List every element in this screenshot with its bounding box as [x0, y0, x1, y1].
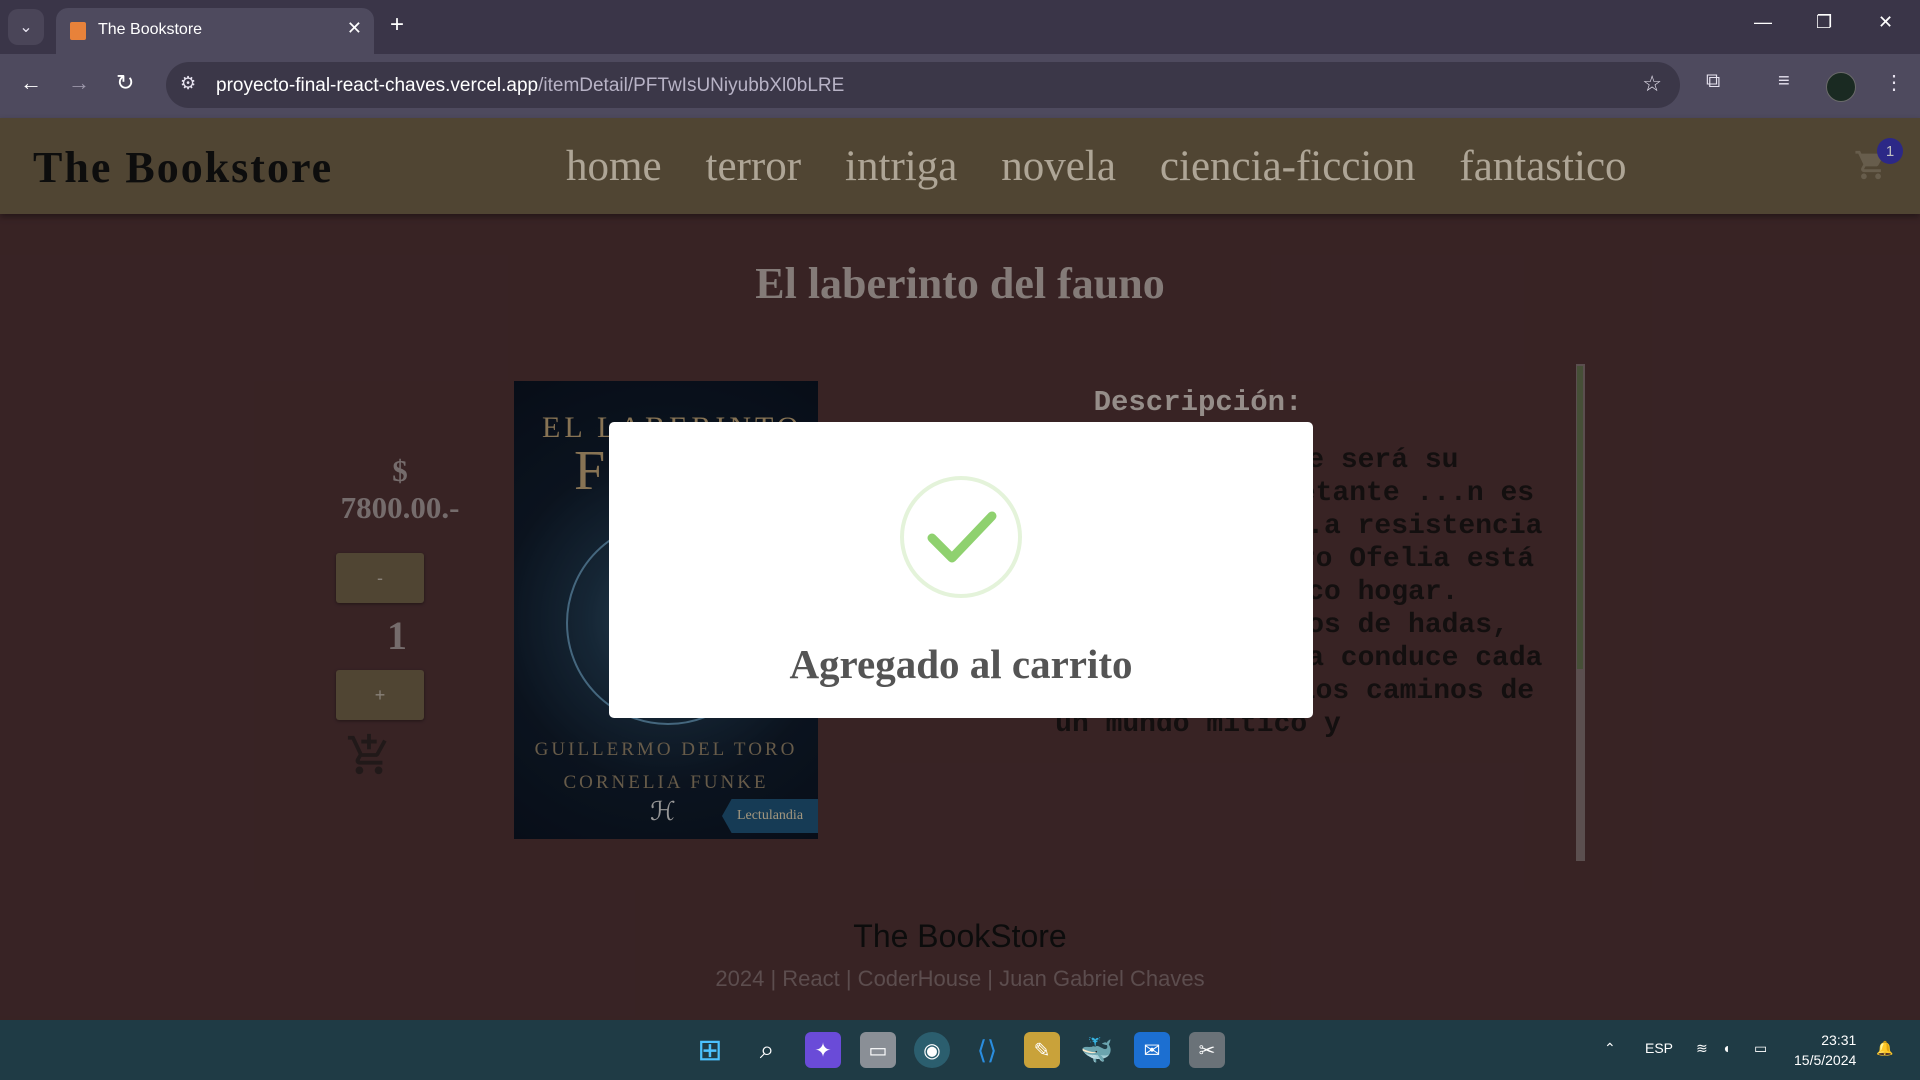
site-info-icon[interactable]: ⚙ [180, 73, 196, 94]
added-to-cart-dialog: Agregado al carrito [609, 422, 1313, 718]
notification-bell-icon[interactable]: 🔔 [1876, 1040, 1893, 1057]
restore-icon[interactable]: ❐ [1816, 12, 1832, 33]
copilot-icon[interactable]: ✦ [805, 1032, 841, 1068]
start-menu-icon[interactable]: ⊞ [692, 1032, 728, 1068]
browser-tab[interactable]: The Bookstore ✕ [56, 8, 374, 54]
wifi-icon[interactable]: ≋ [1696, 1040, 1708, 1057]
chrome-icon[interactable]: ◉ [914, 1032, 950, 1068]
extensions-icon[interactable]: ⧉ [1706, 70, 1720, 93]
forward-icon[interactable]: → [68, 70, 90, 96]
back-icon[interactable]: ← [20, 70, 42, 96]
docker-icon[interactable]: 🐳 [1079, 1032, 1115, 1068]
url-text[interactable]: proyecto-final-react-chaves.vercel.app/i… [216, 75, 844, 97]
outlook-icon[interactable]: ✉ [1134, 1032, 1170, 1068]
tab-title: The Bookstore [98, 21, 203, 38]
language-indicator[interactable]: ESP [1645, 1040, 1673, 1056]
address-bar[interactable]: ⚙ proyecto-final-react-chaves.vercel.app… [166, 62, 1680, 108]
reload-icon[interactable]: ↻ [116, 70, 134, 96]
vscode-icon[interactable]: ⟨⟩ [969, 1032, 1005, 1068]
clock-time: 23:31 [1821, 1032, 1857, 1048]
browser-menu-icon[interactable]: ⋮ [1884, 70, 1904, 95]
profile-avatar[interactable] [1826, 72, 1856, 102]
success-icon-ring [900, 476, 1022, 598]
bookmark-star-icon[interactable]: ☆ [1642, 71, 1662, 97]
paint-app-icon[interactable]: ✎ [1024, 1032, 1060, 1068]
new-tab-button[interactable]: + [390, 11, 404, 39]
media-control-icon[interactable]: ≡ [1778, 70, 1790, 93]
minimize-icon[interactable]: — [1754, 12, 1772, 33]
os-taskbar: ⊞ ⌕ ✦ ▭ ◉ ⟨⟩ ✎ 🐳 ✉ ✂ ⌃ ESP ≋ ◖ ▭ 23:31 1… [0, 1020, 1920, 1080]
close-window-icon[interactable]: ✕ [1878, 12, 1893, 33]
check-icon [927, 511, 997, 563]
search-icon[interactable]: ⌕ [749, 1032, 785, 1068]
system-clock[interactable]: 23:31 15/5/2024 [1794, 1030, 1856, 1070]
snipping-tool-icon[interactable]: ✂ [1189, 1032, 1225, 1068]
browser-toolbar: ← → ↻ ⚙ proyecto-final-react-chaves.verc… [0, 54, 1920, 118]
clock-date: 15/5/2024 [1794, 1052, 1857, 1068]
browser-tabbar: ⌄ The Bookstore ✕ + — ❐ ✕ [0, 0, 1920, 54]
tray-overflow-icon[interactable]: ⌃ [1604, 1040, 1616, 1057]
dialog-title: Agregado al carrito [789, 641, 1133, 687]
tab-search-button[interactable]: ⌄ [8, 9, 44, 45]
battery-icon[interactable]: ▭ [1754, 1040, 1767, 1057]
favicon-icon [70, 22, 86, 40]
volume-icon[interactable]: ◖ [1722, 1040, 1730, 1056]
close-tab-icon[interactable]: ✕ [347, 18, 362, 39]
file-explorer-icon[interactable]: ▭ [860, 1032, 896, 1068]
